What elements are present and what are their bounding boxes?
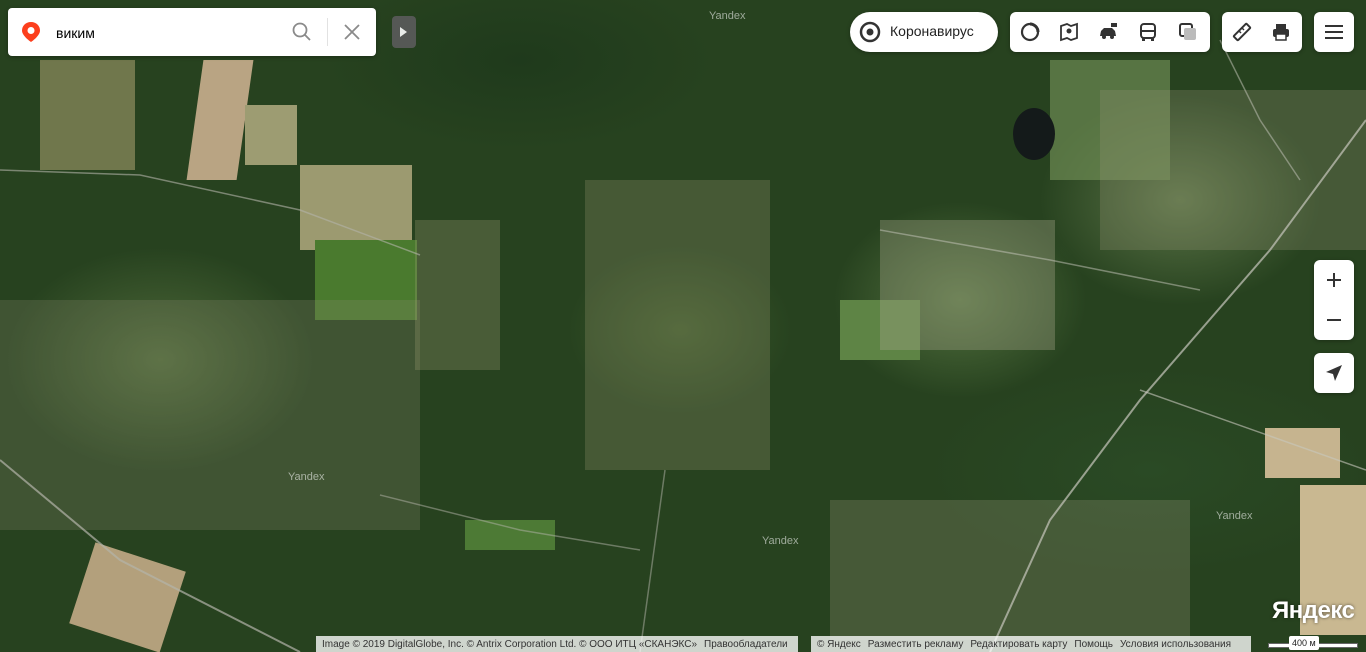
menu-button[interactable] xyxy=(1314,12,1354,52)
road xyxy=(0,459,301,652)
expand-panel-button[interactable] xyxy=(392,16,416,48)
panorama-icon[interactable] xyxy=(1055,18,1083,46)
layers-icon[interactable] xyxy=(1174,18,1202,46)
transit-bus-icon[interactable] xyxy=(1134,18,1162,46)
map-watermark: Yandex xyxy=(762,535,799,547)
search-input[interactable] xyxy=(54,20,278,46)
yandex-logo[interactable]: Яндекс xyxy=(1272,597,1355,625)
road xyxy=(1219,39,1301,181)
divider xyxy=(327,18,328,46)
rights-holders-link[interactable]: Правообладатели xyxy=(704,639,788,650)
yandex-maps-logo-icon[interactable] xyxy=(20,21,42,43)
coronavirus-label: Коронавирус xyxy=(890,23,974,39)
geolocation-button[interactable] xyxy=(1314,353,1354,393)
road xyxy=(989,119,1366,652)
satellite-map[interactable]: Yandex Yandex Yandex Yandex xyxy=(0,0,1366,652)
imagery-attribution: Image © 2019 DigitalGlobe, Inc. © Antrix… xyxy=(316,636,798,652)
traffic-icon[interactable] xyxy=(1016,18,1044,46)
search-box xyxy=(8,8,376,56)
close-icon[interactable] xyxy=(340,20,364,44)
yandex-copyright[interactable]: © Яндекс xyxy=(817,639,861,650)
hamburger-icon xyxy=(1325,25,1343,39)
advertise-link[interactable]: Разместить рекламу xyxy=(868,639,964,650)
zoom-out-button[interactable] xyxy=(1314,300,1354,340)
imagery-copyright: Image © 2019 DigitalGlobe, Inc. © Antrix… xyxy=(322,638,698,650)
car-icon[interactable] xyxy=(1094,18,1122,46)
road xyxy=(0,169,421,256)
minus-icon xyxy=(1327,319,1341,321)
road xyxy=(379,494,641,551)
scale-label: 400 м xyxy=(1289,636,1319,650)
roads xyxy=(0,39,1366,652)
road xyxy=(1139,389,1366,471)
zoom-control xyxy=(1314,260,1354,340)
ruler-icon[interactable] xyxy=(1228,18,1256,46)
tools-toolbar xyxy=(1222,12,1302,52)
help-link[interactable]: Помощь xyxy=(1074,639,1113,650)
edit-map-link[interactable]: Редактировать карту xyxy=(970,639,1067,650)
terms-link[interactable]: Условия использования xyxy=(1120,639,1231,650)
layers-toolbar xyxy=(1010,12,1210,52)
print-icon[interactable] xyxy=(1267,18,1295,46)
zoom-in-button[interactable] xyxy=(1314,260,1354,300)
map-watermark: Yandex xyxy=(709,10,746,22)
location-arrow-icon xyxy=(1324,363,1344,383)
chevron-right-icon xyxy=(400,27,407,37)
coronavirus-button[interactable]: Коронавирус xyxy=(850,12,998,52)
plus-icon xyxy=(1327,273,1341,287)
road xyxy=(639,469,666,652)
yandex-footer: © Яндекс Разместить рекламу Редактироват… xyxy=(811,636,1251,652)
map-watermark: Yandex xyxy=(1216,510,1253,522)
coronavirus-icon xyxy=(859,21,881,43)
search-icon[interactable] xyxy=(290,20,314,44)
road xyxy=(879,229,1201,291)
map-watermark: Yandex xyxy=(288,471,325,483)
